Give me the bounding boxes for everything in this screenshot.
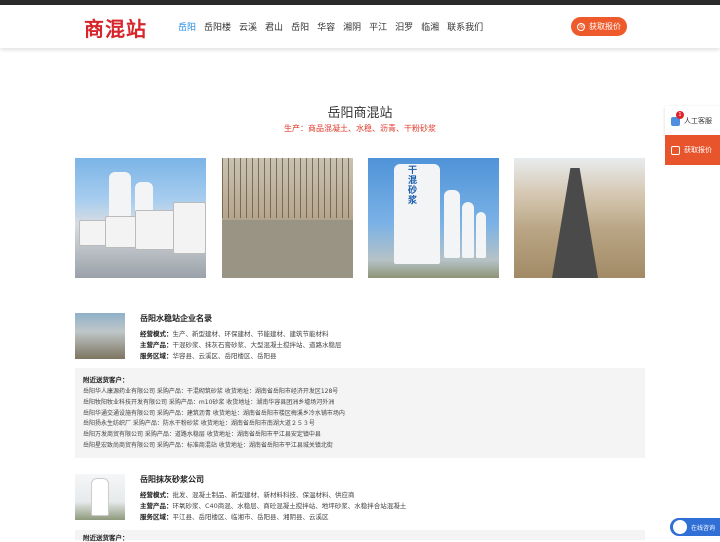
concrete-shape xyxy=(222,220,353,278)
company-thumbnail[interactable] xyxy=(75,313,125,359)
company-area: 服务区域：平江县、岳阳楼区、临湘市、岳阳县、湘阴县、云溪区 xyxy=(140,513,329,521)
list-item: 岳阳华通交通设施有限公司 采购产品：建筑沥青 收货地址：湖南省岳阳市楼区梅溪乡冷… xyxy=(83,409,345,417)
page-title: 岳阳商混站 xyxy=(327,106,393,121)
clients-panel: 附近送货客户： xyxy=(75,530,645,542)
list-item: 岳阳华人康源药业有限公司 采购产品：干混砌筑砂浆 收货地址：湖南省岳阳市经济开发… xyxy=(83,388,339,395)
company-mode: 经营模式：生产、新型建材、环保建材、节能建材、建筑节能材料 xyxy=(140,330,329,338)
site-logo[interactable]: 商混站 xyxy=(84,13,147,42)
side-quote-label: 获取报价 xyxy=(684,146,712,154)
side-quote-button[interactable]: 获取报价 xyxy=(665,135,720,165)
online-chat-button[interactable]: 在线咨询 xyxy=(670,518,720,536)
customer-service-button[interactable]: 人工客服 xyxy=(665,106,720,136)
silo-shape xyxy=(109,172,131,222)
nav-item-pingjiang[interactable]: 平江 xyxy=(369,20,387,33)
silo-text: 干混砂浆 xyxy=(408,166,418,206)
nav-item-yueyang-county[interactable]: 岳阳 xyxy=(291,20,309,33)
list-item: 岳阳牧阳牧业科技开发有限公司 采购产品：m10砂浆 收货地址：湖南华容县团洲乡墟… xyxy=(83,398,335,406)
nav-item-yunxi[interactable]: 云溪 xyxy=(239,20,257,33)
truck-shape xyxy=(135,210,177,250)
truck-shape xyxy=(173,202,206,254)
list-item: 岳阳星宏致尚商贸有限公司 采购产品：标准商混站 收货地址：湖南省岳阳市平江县城关… xyxy=(83,441,333,449)
company-name[interactable]: 岳阳抹灰砂浆公司 xyxy=(140,474,204,485)
online-chat-label: 在线咨询 xyxy=(691,524,716,532)
nav-item-miluo[interactable]: 汨罗 xyxy=(395,20,413,33)
customer-service-label: 人工客服 xyxy=(684,117,712,125)
nav-item-xiangyin[interactable]: 湘阴 xyxy=(343,20,361,33)
list-item: 岳阳万发商贸有限公司 采购产品：道路水稳层 收货地址：湖南省岳阳市平江县安定镇中… xyxy=(83,431,321,439)
notification-badge: 1 xyxy=(676,111,684,119)
clients-title: 附近送货客户： xyxy=(83,376,129,384)
silo-shape xyxy=(91,478,109,516)
avatar-icon xyxy=(673,520,687,534)
clients-title: 附近送货客户： xyxy=(83,534,129,542)
company-name[interactable]: 岳阳水稳站企业名录 xyxy=(140,313,212,324)
nav-item-huarong[interactable]: 华容 xyxy=(317,20,335,33)
silo-shape xyxy=(444,190,460,258)
photo-asphalt-road[interactable] xyxy=(514,158,645,278)
company-mode: 经营模式：批发、混凝土制品、新型建材、新材料科技、保温材料、供应商 xyxy=(140,491,355,499)
nav-item-yueyang[interactable]: 岳阳 xyxy=(178,20,196,33)
get-quote-label: 获取报价 xyxy=(589,22,621,31)
truck-shape xyxy=(79,220,107,246)
truck-shape xyxy=(105,216,139,248)
photo-mixer-trucks[interactable] xyxy=(75,158,206,278)
nav-item-junshan[interactable]: 君山 xyxy=(265,20,283,33)
document-icon xyxy=(671,145,680,155)
silo-shape xyxy=(462,202,474,258)
company-products: 主营产品：干混砂浆、抹灰石膏砂浆、大型混凝土搅拌站、道路水稳层 xyxy=(140,341,342,349)
clients-panel: 附近送货客户： 岳阳华人康源药业有限公司 采购产品：干混砌筑砂浆 收货地址：湖南… xyxy=(75,368,645,458)
company-card: 岳阳水稳站企业名录 经营模式：生产、新型建材、环保建材、节能建材、建筑节能材料 … xyxy=(75,313,645,363)
company-thumbnail[interactable] xyxy=(75,474,125,520)
main-nav: 岳阳 岳阳楼 云溪 君山 岳阳 华容 湘阴 平江 汨罗 临湘 联系我们 xyxy=(178,20,491,33)
header: 商混站 岳阳 岳阳楼 云溪 君山 岳阳 华容 湘阴 平江 汨罗 临湘 联系我们 … xyxy=(0,5,720,48)
nav-item-linxiang[interactable]: 临湘 xyxy=(421,20,439,33)
silo-shape xyxy=(476,212,486,258)
rebar-shape xyxy=(222,158,353,218)
road-shape xyxy=(552,168,598,278)
list-item: 岳阳扬永生纺织厂 采购产品：防水干粉砂浆 收货地址：湖南省岳阳市南湖大道２５３号 xyxy=(83,420,315,428)
photo-gallery: 干混砂浆 xyxy=(75,158,645,278)
nav-item-yueyanglou[interactable]: 岳阳楼 xyxy=(204,20,231,33)
company-products: 主营产品：环氧砂浆、C40商混、水稳层、商砼混凝土搅拌站、地坪砂浆、水稳拌合站混… xyxy=(140,502,407,510)
nav-item-contact[interactable]: 联系我们 xyxy=(447,20,483,33)
company-card: 岳阳抹灰砂浆公司 经营模式：批发、混凝土制品、新型建材、新材料科技、保温材料、供… xyxy=(75,474,645,524)
phone-icon: ☏ xyxy=(577,22,586,31)
get-quote-button[interactable]: ☏ 获取报价 xyxy=(571,17,627,36)
page-subtitle: 生产：商品混凝土、水稳、沥青、干粉砂浆 xyxy=(284,124,436,133)
photo-construction-site[interactable] xyxy=(222,158,353,278)
photo-mortar-silos[interactable]: 干混砂浆 xyxy=(368,158,499,278)
company-area: 服务区域：华容县、云溪区、岳阳楼区、岳阳县 xyxy=(140,352,277,360)
